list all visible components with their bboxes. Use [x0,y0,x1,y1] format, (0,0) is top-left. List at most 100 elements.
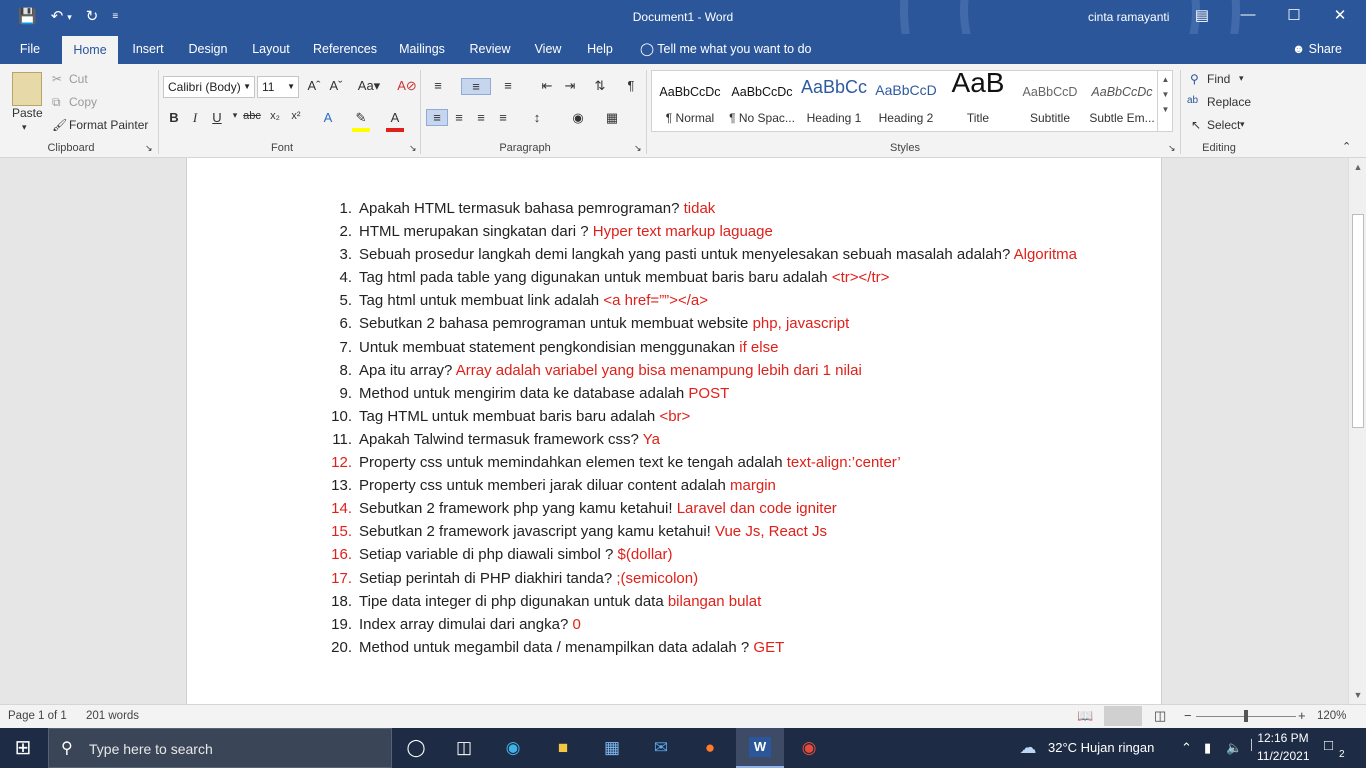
weather-text[interactable]: 32°C Hujan ringan [1048,740,1154,755]
sort-icon[interactable]: ⇅ [590,78,610,94]
tab-mailings[interactable]: Mailings [394,34,450,64]
page-count[interactable]: Page 1 of 1 [8,710,67,722]
edge-icon[interactable]: ◉ [500,736,526,760]
copy-button[interactable]: Copy [69,95,97,109]
multilevel-list-icon[interactable]: ≡ [498,78,518,93]
share-button[interactable]: ☻ Share [1292,34,1342,64]
list-item[interactable]: 7. Untuk membuat statement pengkondisian … [330,336,1090,359]
close-button[interactable]: ✕ [1328,6,1352,24]
decrease-indent-icon[interactable]: ⇤ [537,78,557,94]
list-item[interactable]: 11. Apakah Talwind termasuk framework css… [330,428,1090,451]
find-button[interactable]: Find [1207,72,1230,86]
style-normal[interactable]: AaBbCcDc ¶ Normal [654,71,726,131]
select-dropdown-icon[interactable]: ▾ [1240,119,1245,130]
vertical-scrollbar[interactable]: ▲ ▼ [1348,158,1366,704]
cut-button[interactable]: Cut [69,72,88,86]
clipboard-paste-icon[interactable] [12,72,42,106]
scroll-down-icon[interactable]: ▼ [1352,690,1364,700]
windows-start-icon[interactable]: ⊞ [10,736,36,760]
tell-me-search[interactable]: ◯ Tell me what you want to do [640,34,812,64]
microsoft-store-icon[interactable]: ▦ [599,736,625,760]
word-count[interactable]: 201 words [86,710,139,722]
collapse-ribbon-icon[interactable]: ⌃ [1342,140,1351,153]
chevron-down-icon[interactable]: ▼ [1158,90,1173,99]
styles-more-icon[interactable]: ▼ [1158,105,1173,114]
list-item[interactable]: 8. Apa itu array? Array adalah variabel y… [330,359,1090,382]
style-heading-1[interactable]: AaBbCc Heading 1 [798,71,870,131]
zoom-level[interactable]: 120% [1317,710,1346,722]
scroll-up-icon[interactable]: ▲ [1352,162,1364,172]
font-size-select[interactable]: 11 ▼ [257,76,299,98]
scroll-thumb[interactable] [1352,214,1364,428]
style-title[interactable]: AaB Title [942,67,1014,131]
numbering-icon[interactable]: ≡ [461,78,491,95]
tab-review[interactable]: Review [464,34,516,64]
increase-indent-icon[interactable]: ⇥ [560,78,580,94]
cortana-icon[interactable]: ◯ [403,736,429,760]
weather-cloud-icon[interactable]: ☁ [1015,736,1041,760]
paste-button[interactable]: Paste [12,106,43,120]
document-page[interactable]: 1. Apakah HTML termasuk bahasa pemrograma… [186,158,1162,704]
minimize-button[interactable]: — [1236,6,1260,23]
zoom-slider-thumb[interactable] [1244,710,1248,722]
list-item[interactable]: 2. HTML merupakan singkatan dari ? Hyper … [330,220,1090,243]
change-case-icon[interactable]: Aa▾ [356,78,382,94]
subscript-icon[interactable]: x₂ [265,110,285,122]
ribbon-display-options-icon[interactable]: ▤ [1190,6,1214,24]
file-explorer-icon[interactable]: ■ [550,736,576,760]
italic-icon[interactable]: I [185,110,205,126]
tab-help[interactable]: Help [582,34,618,64]
taskbar-search[interactable]: ⚲ Type here to search [48,728,392,768]
underline-icon[interactable]: U [207,110,227,125]
battery-icon[interactable]: ▮ [1204,740,1211,756]
style-subtle-emphasis[interactable]: AaBbCcDc Subtle Em... [1086,71,1158,131]
user-name[interactable]: cinta ramayanti [1088,10,1169,24]
styles-scroll[interactable]: ▲ ▼ ▼ [1157,71,1173,131]
clock-time[interactable]: 12:16 PM [1257,731,1309,745]
tab-layout[interactable]: Layout [246,34,296,64]
format-painter-button[interactable]: Format Painter [69,118,148,132]
font-family-select[interactable]: Calibri (Body) ▼ [163,76,255,98]
style-heading-2[interactable]: AaBbCcD Heading 2 [870,71,942,131]
paragraph-launcher-icon[interactable]: ↘ [634,143,642,154]
bold-icon[interactable]: B [164,110,184,125]
clear-formatting-icon[interactable]: A⊘ [397,78,417,94]
read-mode-icon[interactable]: 📖 [1077,708,1093,724]
chrome-icon[interactable]: ◉ [796,736,822,760]
print-layout-icon[interactable] [1104,706,1142,726]
shading-icon[interactable]: ◉ [568,110,588,126]
clock-date[interactable]: 11/2/2021 [1257,749,1310,763]
font-color-icon[interactable]: A [385,110,405,125]
text-effects-icon[interactable]: A [318,110,338,125]
maximize-button[interactable]: ☐ [1282,6,1306,24]
tab-home[interactable]: Home [62,36,118,64]
line-spacing-icon[interactable]: ↕ [527,110,547,125]
styles-launcher-icon[interactable]: ↘ [1168,143,1176,154]
strikethrough-icon[interactable]: abc [242,110,262,122]
list-item[interactable]: 15. Sebutkan 2 framework javascript yang … [330,520,1090,543]
bullets-icon[interactable]: ≡ [428,78,448,93]
tab-view[interactable]: View [528,34,568,64]
highlight-icon[interactable]: ✎ [351,110,371,126]
list-item[interactable]: 4. Tag html pada table yang digunakan unt… [330,266,1090,289]
style-no-spacing[interactable]: AaBbCcDc ¶ No Spac... [726,71,798,131]
list-item[interactable]: 16. Setiap variable di php diawali simbol… [330,543,1090,566]
list-item[interactable]: 18. Tipe data integer di php digunakan un… [330,590,1090,613]
action-center-icon[interactable]: □ [1324,737,1333,754]
list-item[interactable]: 14. Sebutkan 2 framework php yang kamu ke… [330,497,1090,520]
list-item[interactable]: 9. Method untuk mengirim data ke database… [330,382,1090,405]
mail-icon[interactable]: ✉ [648,736,674,760]
replace-button[interactable]: Replace [1207,95,1251,109]
list-item[interactable]: 5. Tag html untuk membuat link adalah <a … [330,289,1090,312]
volume-icon[interactable]: 🔈 [1226,740,1242,756]
grow-font-icon[interactable]: Aˆ [304,78,324,93]
tab-design[interactable]: Design [182,34,234,64]
font-launcher-icon[interactable]: ↘ [409,143,417,154]
find-dropdown-icon[interactable]: ▾ [1239,73,1244,84]
shrink-font-icon[interactable]: Aˇ [326,78,346,93]
borders-icon[interactable]: ▦ [602,110,622,126]
tab-insert[interactable]: Insert [126,34,170,64]
show-formatting-icon[interactable]: ¶ [621,78,641,93]
chevron-up-icon[interactable]: ▲ [1158,75,1173,84]
firefox-icon[interactable]: ● [697,736,723,760]
